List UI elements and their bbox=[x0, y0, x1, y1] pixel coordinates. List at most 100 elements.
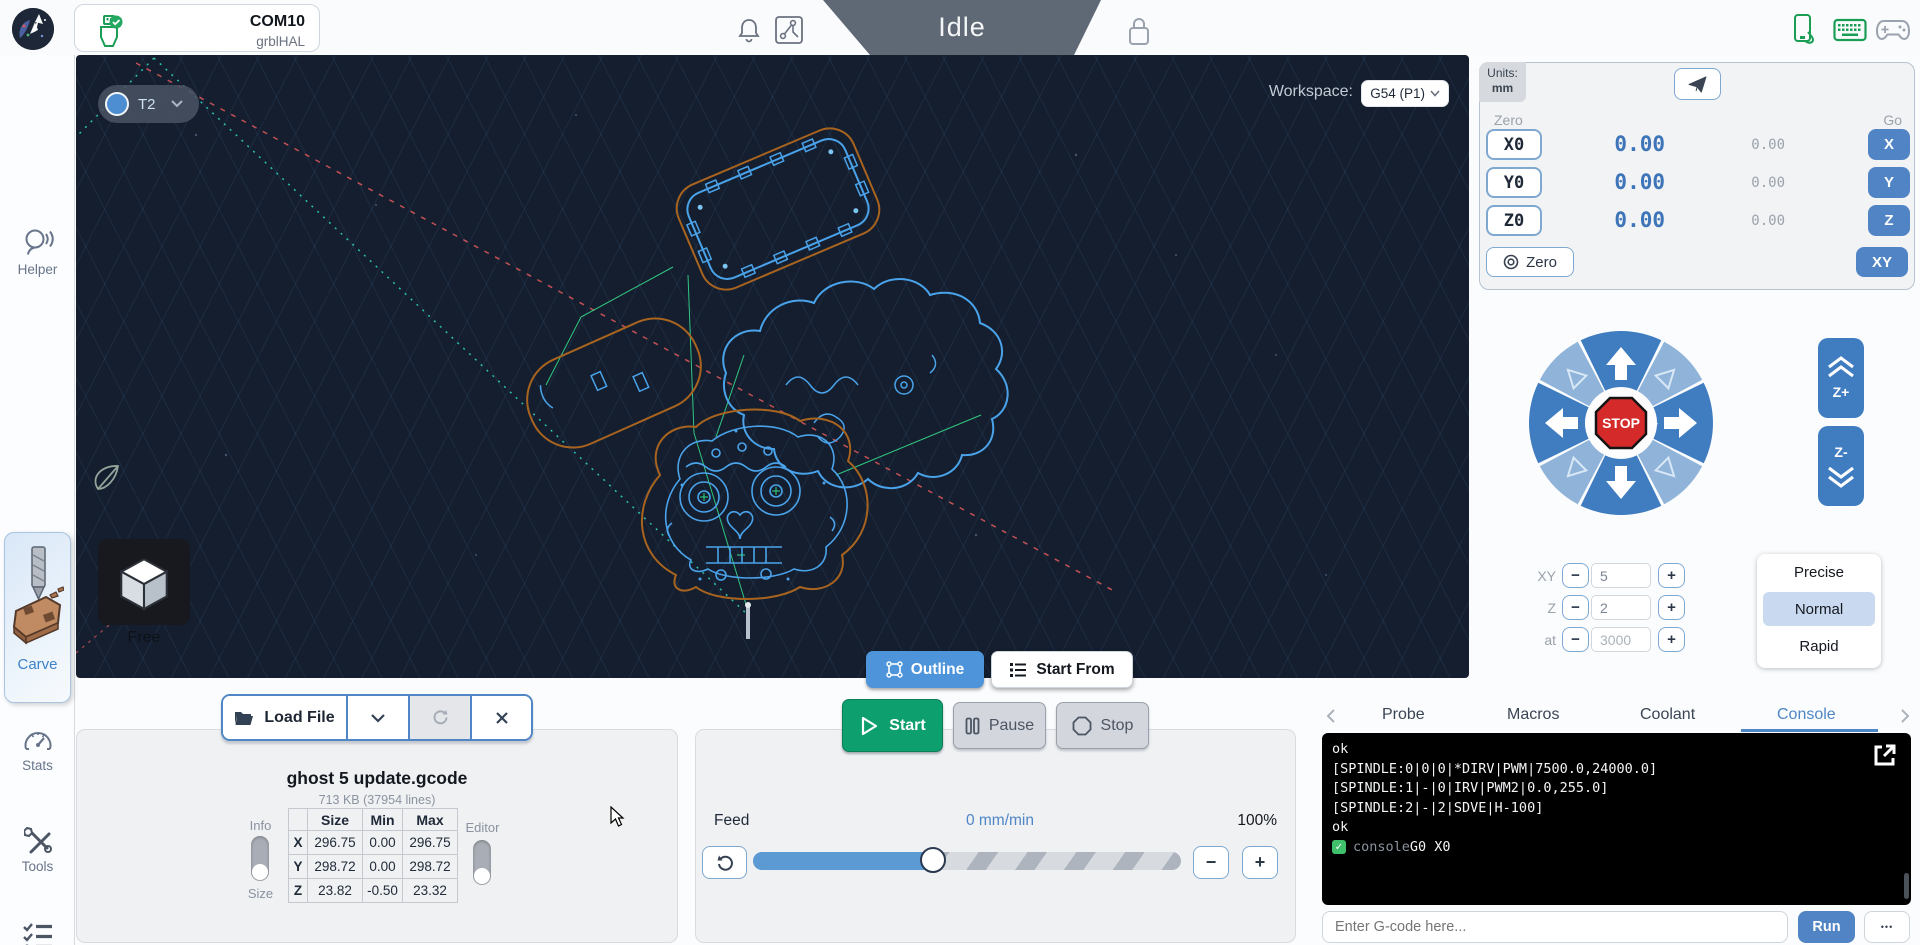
jog-z-decrement-button[interactable]: − bbox=[1562, 595, 1589, 620]
tabs-scroll-right-icon[interactable] bbox=[1900, 708, 1910, 724]
file-options-dropdown-button[interactable] bbox=[346, 696, 408, 739]
zero-all-button[interactable]: Zero bbox=[1486, 247, 1574, 277]
start-from-list-icon bbox=[1009, 662, 1027, 678]
preset-precise[interactable]: Precise bbox=[1757, 554, 1881, 590]
jog-settings: XY − + Z − + at − + bbox=[1530, 563, 1690, 663]
paper-plane-icon bbox=[1688, 75, 1707, 93]
file-toolbar: Load File bbox=[221, 694, 533, 741]
firmware-board-icon[interactable] bbox=[774, 15, 804, 45]
table-row-y: Y 298.72 0.00 298.72 bbox=[289, 855, 458, 879]
tab-probe[interactable]: Probe bbox=[1382, 706, 1425, 724]
mpos-z: 0.00 bbox=[1735, 213, 1785, 229]
pause-icon bbox=[965, 717, 980, 735]
file-dimensions-table: Size Min Max X 296.75 0.00 296.75 Y 298.… bbox=[288, 808, 458, 903]
mouse-cursor bbox=[610, 806, 626, 828]
reload-file-button[interactable] bbox=[408, 696, 470, 739]
sidebar-item-stats[interactable]: Stats bbox=[0, 727, 75, 773]
tool-color-dot bbox=[105, 92, 129, 116]
z-plus-label: Z+ bbox=[1818, 384, 1864, 400]
keyboard-shortcuts-icon[interactable] bbox=[1833, 18, 1867, 42]
editor-toggle[interactable] bbox=[473, 840, 491, 885]
console-scrollbar-thumb[interactable] bbox=[1904, 873, 1909, 899]
gamepad-icon[interactable] bbox=[1876, 18, 1910, 42]
sidebar-item-tools[interactable]: Tools bbox=[0, 827, 75, 874]
preset-normal[interactable]: Normal bbox=[1763, 592, 1875, 626]
go-xy-button[interactable]: XY bbox=[1856, 247, 1908, 277]
feed-reset-button[interactable] bbox=[702, 846, 747, 879]
console-more-button[interactable]: ••• bbox=[1864, 911, 1910, 943]
jog-z-step-input[interactable] bbox=[1591, 595, 1651, 620]
jog-speed-input[interactable] bbox=[1591, 627, 1651, 652]
stats-gauge-icon bbox=[23, 727, 53, 753]
notifications-bell-icon[interactable] bbox=[737, 17, 761, 45]
go-x-button[interactable]: X bbox=[1868, 129, 1910, 160]
go-y-button[interactable]: Y bbox=[1868, 167, 1910, 198]
expand-console-icon[interactable] bbox=[1872, 743, 1897, 768]
sidebar-item-config[interactable]: Config bbox=[0, 922, 75, 945]
helper-icon bbox=[22, 227, 54, 257]
tabs-scroll-left-icon[interactable] bbox=[1326, 708, 1336, 724]
pause-job-button[interactable]: Pause bbox=[953, 702, 1046, 749]
jog-z-label: Z bbox=[1530, 600, 1556, 616]
tab-macros[interactable]: Macros bbox=[1507, 706, 1559, 724]
jog-xy-decrement-button[interactable]: − bbox=[1562, 563, 1589, 588]
toolpath-render bbox=[76, 55, 1469, 678]
table-row-x: X 296.75 0.00 296.75 bbox=[289, 831, 458, 855]
run-gcode-button[interactable]: Run bbox=[1798, 911, 1855, 943]
jog-z-plus-button[interactable]: Z+ bbox=[1818, 338, 1864, 418]
sidebar-item-helper[interactable]: Helper bbox=[0, 227, 75, 277]
load-file-button[interactable]: Load File bbox=[223, 696, 346, 739]
pause-label: Pause bbox=[989, 717, 1034, 735]
feed-decrement-button[interactable]: − bbox=[1193, 846, 1229, 879]
jog-xy-label: XY bbox=[1530, 568, 1556, 584]
jog-stop-button[interactable]: STOP bbox=[1596, 398, 1646, 448]
feather-icon bbox=[95, 466, 118, 489]
jog-z-minus-button[interactable]: Z- bbox=[1818, 426, 1864, 506]
preset-rapid[interactable]: Rapid bbox=[1757, 628, 1881, 664]
lock-icon[interactable] bbox=[1127, 15, 1151, 47]
start-from-button[interactable]: Start From bbox=[991, 651, 1133, 688]
file-meta: 713 KB (37954 lines) bbox=[177, 793, 577, 807]
gcode-visualizer[interactable]: T2 Workspace: G54 (P1) Free bbox=[76, 55, 1469, 678]
wpos-y: 0.00 bbox=[1560, 170, 1665, 194]
info-size-toggle[interactable] bbox=[251, 836, 269, 881]
camera-cube[interactable] bbox=[98, 539, 190, 625]
zero-all-label: Zero bbox=[1526, 254, 1557, 271]
jog-z-increment-button[interactable]: + bbox=[1658, 595, 1685, 620]
feed-slider-track[interactable] bbox=[753, 852, 1181, 870]
sidebar-item-carve[interactable]: Carve bbox=[4, 532, 71, 703]
console-output[interactable]: ok [SPINDLE:0|0|0|*DIRV|PWM|7500.0,24000… bbox=[1322, 733, 1911, 905]
tab-console[interactable]: Console bbox=[1777, 706, 1836, 724]
carve-icon bbox=[12, 545, 64, 649]
feed-increment-button[interactable]: + bbox=[1242, 846, 1278, 879]
workspace-select[interactable]: G54 (P1) bbox=[1361, 80, 1449, 107]
units-value: mm bbox=[1479, 81, 1526, 96]
jog-speed-decrement-button[interactable]: − bbox=[1562, 627, 1589, 652]
close-file-button[interactable] bbox=[470, 696, 531, 739]
zero-y-button[interactable]: Y0 bbox=[1486, 167, 1542, 198]
mpos-x: 0.00 bbox=[1735, 137, 1785, 153]
gcode-input[interactable] bbox=[1322, 911, 1788, 943]
app-logo[interactable] bbox=[12, 8, 54, 50]
jog-wheel[interactable]: Y+ Y- X- X+ STOP bbox=[1521, 323, 1721, 523]
start-job-button[interactable]: Start bbox=[842, 699, 943, 752]
dro-row-z: Z0 0.00 0.00 Z bbox=[1480, 205, 1916, 236]
connection-widget[interactable]: COM10 grblHAL bbox=[74, 4, 320, 52]
tool-indicator[interactable]: T2 bbox=[98, 85, 199, 123]
stop-job-button[interactable]: Stop bbox=[1056, 702, 1149, 749]
remote-mode-phone-icon[interactable] bbox=[1791, 13, 1819, 45]
jog-xy-step-input[interactable] bbox=[1591, 563, 1651, 588]
go-z-button[interactable]: Z bbox=[1868, 205, 1910, 236]
feed-slider-thumb[interactable] bbox=[920, 847, 946, 873]
jog-speed-increment-button[interactable]: + bbox=[1658, 627, 1685, 652]
jog-xy-increment-button[interactable]: + bbox=[1658, 563, 1685, 588]
zero-z-button[interactable]: Z0 bbox=[1486, 205, 1542, 236]
outline-button[interactable]: Outline bbox=[866, 651, 984, 688]
goto-zero-button[interactable] bbox=[1674, 68, 1721, 100]
tab-coolant[interactable]: Coolant bbox=[1640, 706, 1695, 724]
connection-port: COM10 bbox=[145, 13, 305, 31]
zero-x-button[interactable]: X0 bbox=[1486, 129, 1542, 160]
units-label: Units: bbox=[1479, 66, 1526, 81]
view-cube-icon bbox=[113, 551, 175, 613]
reload-icon bbox=[432, 709, 449, 726]
